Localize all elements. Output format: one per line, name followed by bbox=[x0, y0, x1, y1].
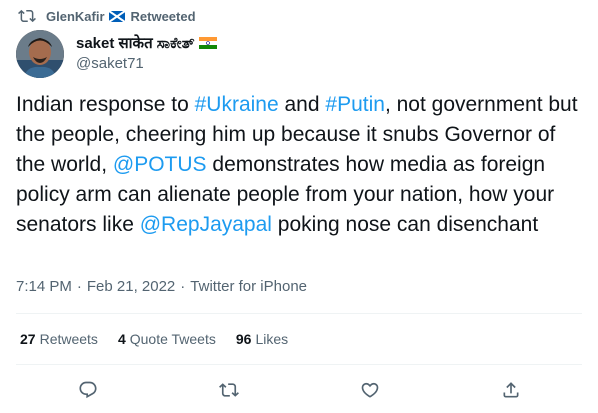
share-button[interactable] bbox=[499, 378, 523, 402]
quote-tweets-stat[interactable]: 4 Quote Tweets bbox=[118, 331, 216, 347]
hashtag-link[interactable]: #Ukraine bbox=[195, 93, 279, 116]
meta-separator: · bbox=[180, 277, 186, 295]
scotland-flag-icon bbox=[108, 10, 125, 22]
retweeted-label: Retweeted bbox=[130, 8, 196, 24]
author-display-name[interactable]: saket साकेत ಸಾಕೇತ್ bbox=[76, 33, 195, 53]
reply-button[interactable] bbox=[76, 378, 100, 402]
author-block: saket साकेत ಸಾಕೇತ್ @saket71 bbox=[76, 33, 217, 72]
quotes-label: Quote Tweets bbox=[129, 331, 216, 347]
tweet-date[interactable]: Feb 21, 2022 bbox=[87, 278, 175, 295]
retweet-button[interactable] bbox=[217, 378, 241, 402]
share-icon bbox=[503, 382, 519, 398]
likes-stat[interactable]: 96 Likes bbox=[236, 331, 288, 347]
tweet-time[interactable]: 7:14 PM bbox=[16, 278, 72, 295]
tweet-text-part: and bbox=[278, 93, 326, 116]
tweet-meta: 7:14 PM · Feb 21, 2022 · Twitter for iPh… bbox=[16, 276, 307, 296]
india-flag-icon bbox=[198, 37, 217, 49]
retweets-label: Retweets bbox=[39, 331, 98, 347]
meta-separator: · bbox=[76, 277, 82, 295]
avatar[interactable] bbox=[16, 30, 64, 78]
retweeter-name[interactable]: GlenKafir bbox=[46, 9, 105, 24]
likes-label: Likes bbox=[255, 331, 289, 347]
likes-count: 96 bbox=[235, 331, 252, 347]
quotes-count: 4 bbox=[117, 331, 126, 347]
author-name-row[interactable]: saket साकेत ಸಾಕೇತ್ bbox=[76, 33, 217, 53]
reply-icon bbox=[79, 381, 97, 399]
retweets-count: 27 bbox=[20, 331, 36, 347]
retweets-stat[interactable]: 27 Retweets bbox=[20, 331, 98, 347]
mention-link[interactable]: @POTUS bbox=[113, 153, 207, 176]
like-icon bbox=[361, 382, 379, 398]
retweet-icon bbox=[219, 383, 239, 397]
divider bbox=[16, 364, 582, 365]
divider bbox=[16, 313, 582, 314]
tweet-text-part: poking nose can disenchant bbox=[271, 213, 539, 236]
tweet-text: Indian response to #Ukraine and #Putin, … bbox=[16, 90, 582, 240]
mention-link[interactable]: @RepJayapal bbox=[140, 213, 272, 236]
retweet-icon bbox=[18, 9, 36, 23]
tweet-stats: 27 Retweets 4 Quote Tweets 96 Likes bbox=[20, 327, 308, 351]
tweet-text-part: Indian response to bbox=[16, 93, 195, 116]
tweet-actions bbox=[16, 372, 582, 408]
author-handle[interactable]: @saket71 bbox=[76, 55, 217, 72]
retweet-header: GlenKafir Retweeted bbox=[16, 6, 196, 26]
like-button[interactable] bbox=[358, 378, 382, 402]
tweet-source[interactable]: Twitter for iPhone bbox=[190, 278, 307, 295]
hashtag-link[interactable]: #Putin bbox=[325, 93, 385, 116]
